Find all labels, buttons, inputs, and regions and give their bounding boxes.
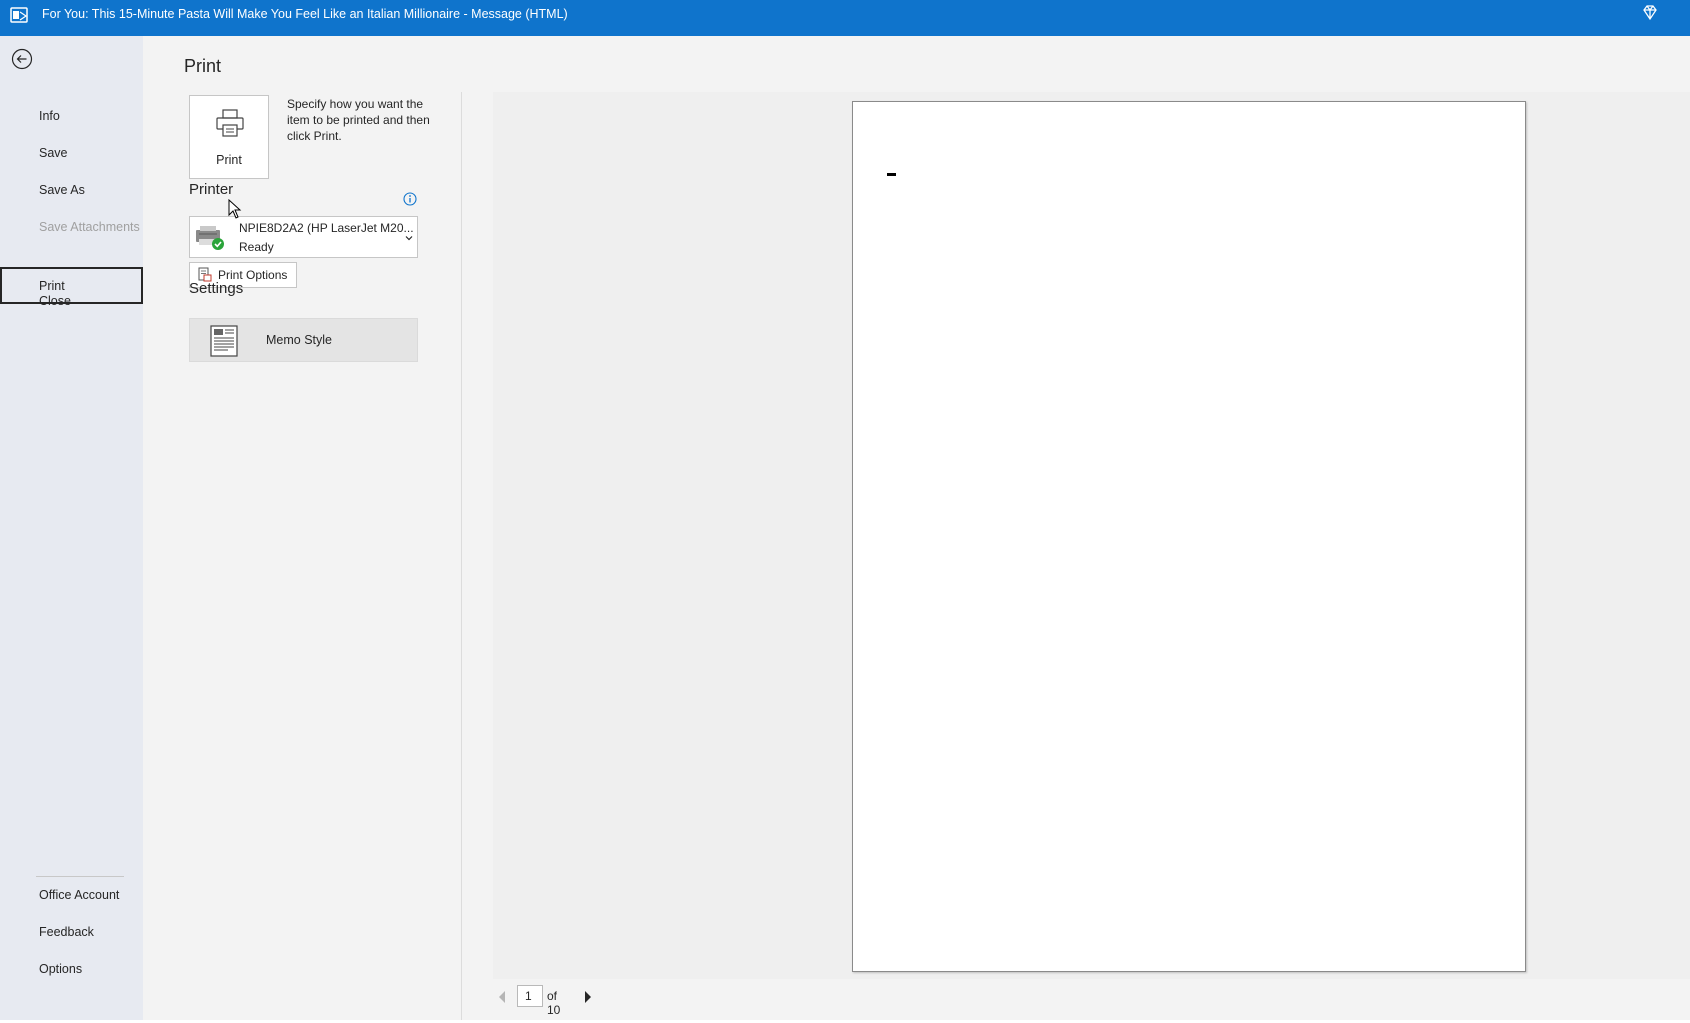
previous-page-icon[interactable] <box>497 990 507 1004</box>
nav-item-save-as[interactable]: Save As <box>0 171 143 211</box>
printer-ready-icon <box>196 226 224 250</box>
backstage-nav: Info Save Save As Save Attachments Print… <box>0 36 143 1020</box>
back-arrow-icon[interactable] <box>11 48 33 70</box>
printer-status: Ready <box>239 240 274 254</box>
nav-item-label: Save As <box>39 183 85 197</box>
nav-item-label: Save Attachments <box>39 220 140 234</box>
chevron-down-icon <box>405 236 413 241</box>
printer-dropdown[interactable]: NPIE8D2A2 (HP LaserJet M20... Ready <box>189 216 418 258</box>
page-number-input[interactable] <box>517 985 543 1007</box>
nav-item-office-account[interactable]: Office Account <box>0 876 143 916</box>
nav-item-info[interactable]: Info <box>0 97 143 137</box>
print-help-text: Specify how you want the item to be prin… <box>287 97 430 143</box>
nav-item-options[interactable]: Options <box>0 950 143 990</box>
nav-item-save-attachments: Save Attachments <box>0 208 143 248</box>
printer-section-label: Printer <box>189 181 234 198</box>
nav-item-label: Office Account <box>39 888 120 902</box>
next-page-icon[interactable] <box>583 990 593 1004</box>
total-pages-text: of 10 <box>547 989 561 1017</box>
mouse-cursor-icon <box>228 199 242 219</box>
nav-item-label: Feedback <box>39 925 94 939</box>
nav-item-save[interactable]: Save <box>0 134 143 174</box>
nav-item-label: Save <box>39 146 68 160</box>
print-button[interactable]: Print <box>189 95 269 179</box>
pane-divider <box>461 92 462 1020</box>
info-icon[interactable] <box>403 192 417 206</box>
memo-style-icon <box>210 325 238 357</box>
nav-item-label: Options <box>39 962 83 976</box>
preview-content-mark <box>887 173 896 176</box>
nav-item-feedback[interactable]: Feedback <box>0 913 143 953</box>
print-style-label: Memo Style <box>266 333 332 347</box>
printer-icon <box>216 109 244 137</box>
print-style-selector[interactable]: Memo Style <box>189 318 418 362</box>
outlook-message-icon <box>10 7 28 23</box>
title-bar: For You: This 15-Minute Pasta Will Make … <box>0 0 1690 36</box>
page-title: Print <box>184 56 222 76</box>
window-title: For You: This 15-Minute Pasta Will Make … <box>42 7 568 21</box>
settings-section-label: Settings <box>189 280 244 297</box>
print-button-label: Print <box>216 153 242 167</box>
diamond-icon[interactable] <box>1641 4 1659 22</box>
nav-item-label: Close <box>39 294 71 308</box>
preview-page <box>852 101 1526 972</box>
nav-item-close[interactable]: Close <box>0 282 143 322</box>
printer-name: NPIE8D2A2 (HP LaserJet M20... <box>239 221 414 235</box>
nav-item-label: Info <box>39 109 60 123</box>
